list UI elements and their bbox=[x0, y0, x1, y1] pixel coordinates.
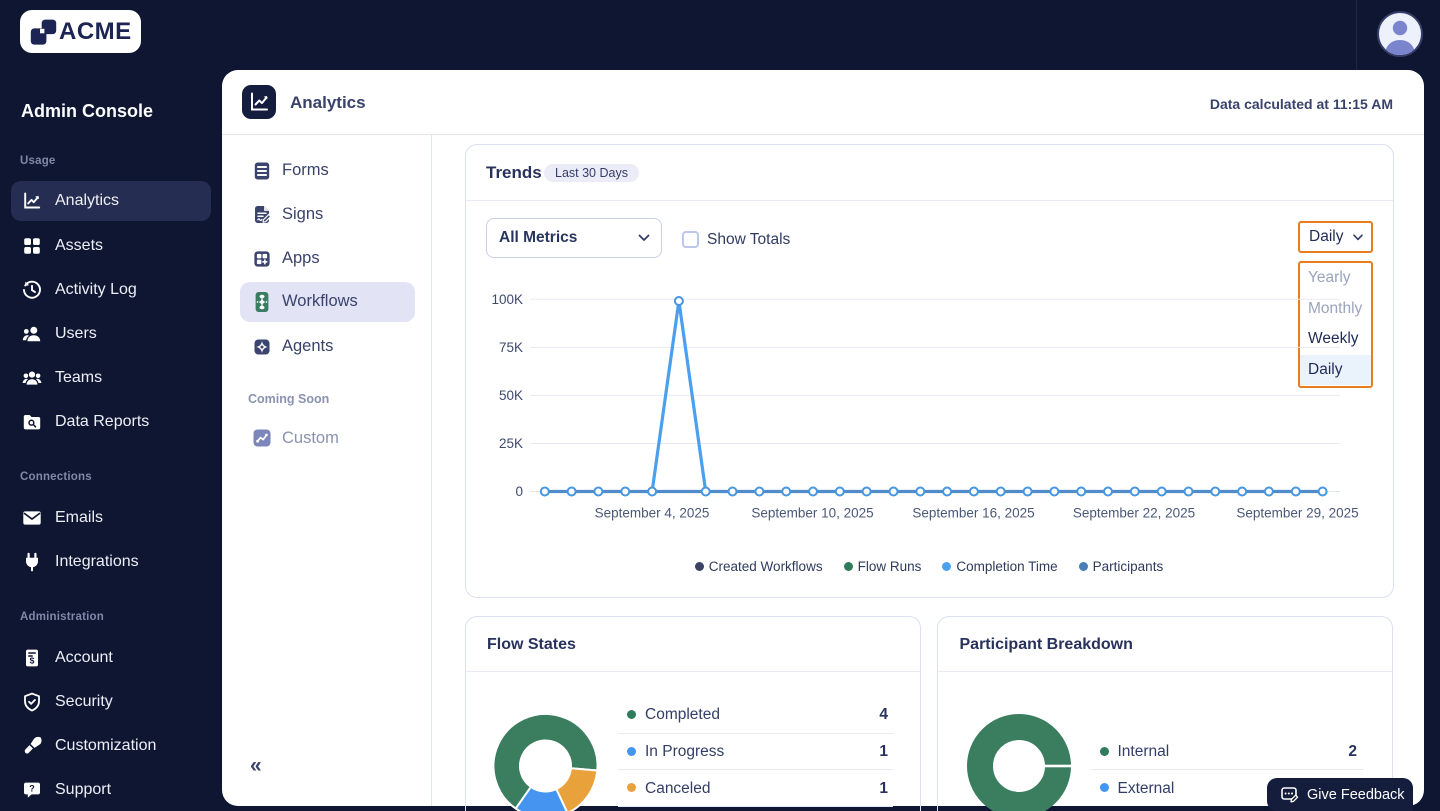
svg-text:September 22, 2025: September 22, 2025 bbox=[1073, 506, 1195, 521]
svg-text:50K: 50K bbox=[499, 388, 523, 403]
svg-text:September 10, 2025: September 10, 2025 bbox=[751, 506, 873, 521]
svg-text:25K: 25K bbox=[499, 436, 523, 451]
svg-text:0: 0 bbox=[515, 484, 523, 499]
svg-text:September 29, 2025: September 29, 2025 bbox=[1236, 506, 1358, 521]
svg-text:100K: 100K bbox=[491, 292, 523, 307]
svg-text:75K: 75K bbox=[499, 340, 523, 355]
svg-text:September 4, 2025: September 4, 2025 bbox=[595, 506, 710, 521]
svg-text:September 16, 2025: September 16, 2025 bbox=[912, 506, 1034, 521]
